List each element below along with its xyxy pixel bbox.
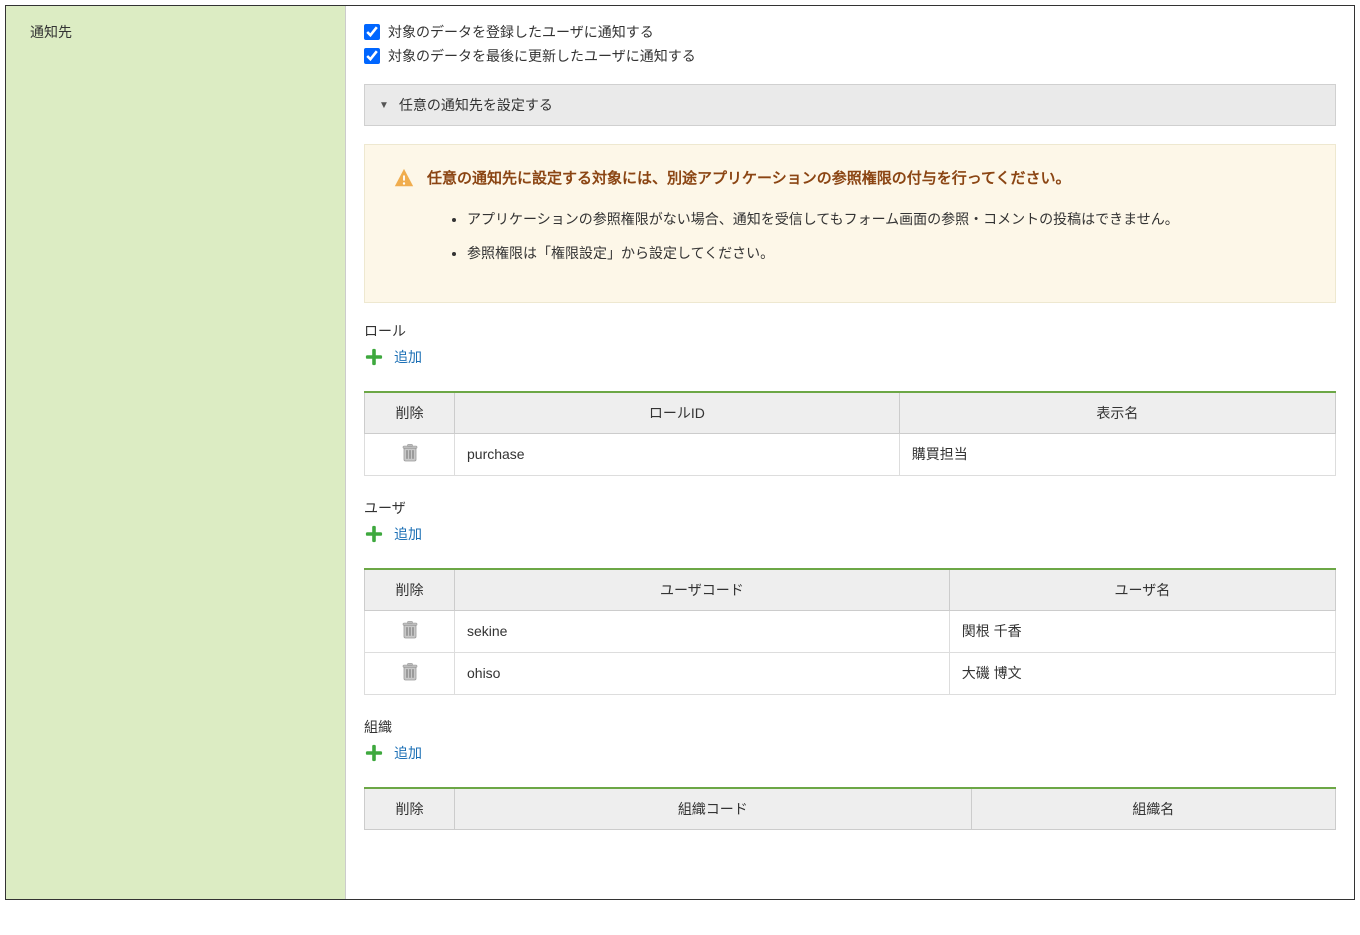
- user-th-code: ユーザコード: [455, 569, 950, 611]
- add-org-button[interactable]: 追加: [364, 743, 422, 763]
- table-row: purchase 購買担当: [365, 433, 1336, 475]
- delete-user-button[interactable]: [402, 621, 418, 639]
- role-th-id: ロールID: [455, 392, 900, 434]
- plus-icon: [364, 524, 384, 544]
- user-code-cell: sekine: [455, 610, 950, 652]
- section-org: 組織 追加 削除 組織コード 組織名: [364, 717, 1336, 830]
- section-role-label: ロール: [364, 321, 1336, 341]
- table-row: sekine 関根 千香: [365, 610, 1336, 652]
- user-code-cell: ohiso: [455, 652, 950, 694]
- role-table: 削除 ロールID 表示名 purchase 購買担当: [364, 391, 1336, 476]
- section-org-label: 組織: [364, 717, 1336, 737]
- warning-title: 任意の通知先に設定する対象には、別途アプリケーションの参照権限の付与を行ってくだ…: [427, 167, 1071, 191]
- add-org-label: 追加: [394, 743, 422, 763]
- user-name-cell: 大磯 博文: [949, 652, 1335, 694]
- user-name-cell: 関根 千香: [949, 610, 1335, 652]
- add-user-button[interactable]: 追加: [364, 524, 422, 544]
- delete-role-button[interactable]: [402, 444, 418, 462]
- role-id-cell: purchase: [455, 433, 900, 475]
- accordion-label: 任意の通知先を設定する: [399, 95, 553, 115]
- warning-bullet: 参照権限は「権限設定」から設定してください。: [467, 242, 1307, 266]
- sidebar: 通知先: [6, 6, 346, 899]
- main-panel: 対象のデータを登録したユーザに通知する 対象のデータを最後に更新したユーザに通知…: [346, 6, 1354, 899]
- role-name-cell: 購買担当: [899, 433, 1335, 475]
- checkbox-label-registered[interactable]: 対象のデータを登録したユーザに通知する: [388, 22, 654, 42]
- delete-user-button[interactable]: [402, 663, 418, 681]
- add-role-label: 追加: [394, 347, 422, 367]
- plus-icon: [364, 347, 384, 367]
- section-role: ロール 追加 削除 ロールID 表示名 purchase: [364, 321, 1336, 476]
- warning-bullet: アプリケーションの参照権限がない場合、通知を受信してもフォーム画面の参照・コメン…: [467, 208, 1307, 232]
- plus-icon: [364, 743, 384, 763]
- role-th-delete: 削除: [365, 392, 455, 434]
- warning-icon: [393, 167, 415, 192]
- add-role-button[interactable]: 追加: [364, 347, 422, 367]
- user-table: 削除 ユーザコード ユーザ名 sekine 関根 千香 ohiso 大磯 博文: [364, 568, 1336, 695]
- user-th-name: ユーザ名: [949, 569, 1335, 611]
- user-th-delete: 削除: [365, 569, 455, 611]
- warning-box: 任意の通知先に設定する対象には、別途アプリケーションの参照権限の付与を行ってくだ…: [364, 144, 1336, 303]
- sidebar-label: 通知先: [30, 22, 321, 42]
- table-row: ohiso 大磯 博文: [365, 652, 1336, 694]
- org-table: 削除 組織コード 組織名: [364, 787, 1336, 830]
- role-th-name: 表示名: [899, 392, 1335, 434]
- accordion-optional-recipients[interactable]: ▼ 任意の通知先を設定する: [364, 84, 1336, 126]
- caret-down-icon: ▼: [379, 100, 389, 111]
- checkbox-notify-registered-user[interactable]: [364, 24, 380, 40]
- add-user-label: 追加: [394, 524, 422, 544]
- org-th-delete: 削除: [365, 788, 455, 830]
- section-user: ユーザ 追加 削除 ユーザコード ユーザ名 sekine: [364, 498, 1336, 695]
- org-th-name: 組織名: [971, 788, 1335, 830]
- checkbox-label-updated[interactable]: 対象のデータを最後に更新したユーザに通知する: [388, 46, 696, 66]
- section-user-label: ユーザ: [364, 498, 1336, 518]
- checkbox-notify-updated-user[interactable]: [364, 48, 380, 64]
- org-th-code: 組織コード: [455, 788, 972, 830]
